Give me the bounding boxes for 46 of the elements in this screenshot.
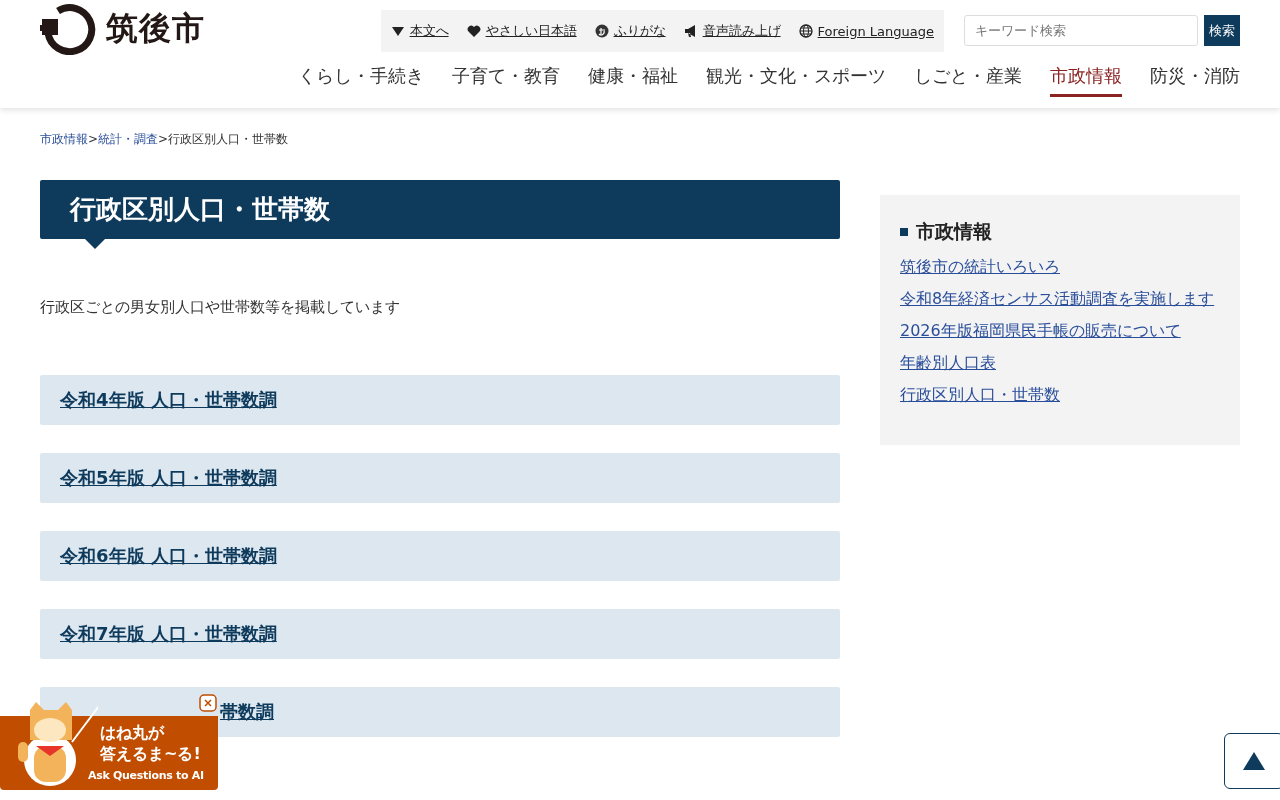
title-pointer-icon	[85, 239, 105, 249]
ai-chat-banner[interactable]: はね丸が 答えるま~る! Ask Questions to AI	[0, 694, 218, 790]
breadcrumb-link[interactable]: 市政情報	[40, 132, 88, 146]
nav-tab[interactable]: 市政情報	[1050, 64, 1122, 97]
sidebar-link[interactable]: 令和8年経済センサス活動調査を実施します	[900, 289, 1220, 310]
ai-banner-title: はね丸が 答えるま~る!	[100, 722, 201, 764]
nav-tab[interactable]: くらし・手続き	[298, 64, 424, 97]
utility-link[interactable]: ふりがな	[594, 22, 666, 40]
sidebar-link[interactable]: 2026年版福岡県民手帳の販売について	[900, 321, 1220, 342]
utility-link[interactable]: 本文へ	[390, 22, 449, 40]
back-to-top-button[interactable]	[1224, 733, 1280, 789]
description: 行政区ごとの男女別人口や世帯数等を掲載しています	[40, 298, 401, 317]
sidebar-link[interactable]: 年齢別人口表	[900, 353, 1220, 374]
utility-link[interactable]: やさしい日本語	[466, 22, 577, 40]
nav-tab[interactable]: 健康・福祉	[588, 64, 678, 97]
nav-tab[interactable]: 観光・文化・スポーツ	[706, 64, 886, 97]
section-link[interactable]: 令和5年版 人口・世帯数調	[60, 466, 277, 490]
breadcrumb-current: 行政区別人口・世帯数	[168, 132, 289, 146]
globe-icon	[798, 24, 813, 38]
section-link[interactable]: 令和4年版 人口・世帯数調	[60, 388, 277, 412]
nav-tab[interactable]: しごと・産業	[914, 64, 1022, 97]
sidebar-heading: 市政情報	[916, 219, 992, 244]
section-link[interactable]: 令和6年版 人口・世帯数調	[60, 544, 277, 568]
triangle-up-icon	[1243, 752, 1265, 770]
breadcrumb-separator: >	[88, 132, 99, 146]
nav-tab[interactable]: 防災・消防	[1150, 64, 1240, 97]
nav-tab[interactable]: 子育て・教育	[452, 64, 560, 97]
logo-icon	[40, 3, 98, 55]
breadcrumb-separator: >	[158, 132, 169, 146]
logo-text[interactable]: 筑後市	[106, 7, 205, 51]
search-field[interactable]: キーワード検索	[964, 15, 1198, 46]
section-link[interactable]: 令和7年版 人口・世帯数調	[60, 622, 277, 646]
sidebar-link[interactable]: 行政区別人口・世帯数	[900, 385, 1220, 406]
page-title: 行政区別人口・世帯数	[40, 180, 840, 239]
breadcrumb-link[interactable]: 統計・調査	[98, 132, 159, 146]
square-bullet-icon	[900, 228, 908, 236]
section-link[interactable]: 帯数調	[220, 700, 274, 724]
megaphone-icon	[683, 24, 698, 38]
ai-banner-subtitle: Ask Questions to AI	[88, 769, 204, 782]
utility-link[interactable]: Foreign Language	[798, 23, 934, 39]
search-button[interactable]: 検索	[1204, 15, 1240, 46]
heart-icon	[466, 24, 481, 38]
triangle-down-icon	[390, 24, 405, 38]
sidebar-link[interactable]: 筑後市の統計いろいろ	[900, 257, 1220, 278]
close-button[interactable]	[199, 694, 217, 712]
utility-link[interactable]: 音声読み上げ	[683, 22, 781, 40]
